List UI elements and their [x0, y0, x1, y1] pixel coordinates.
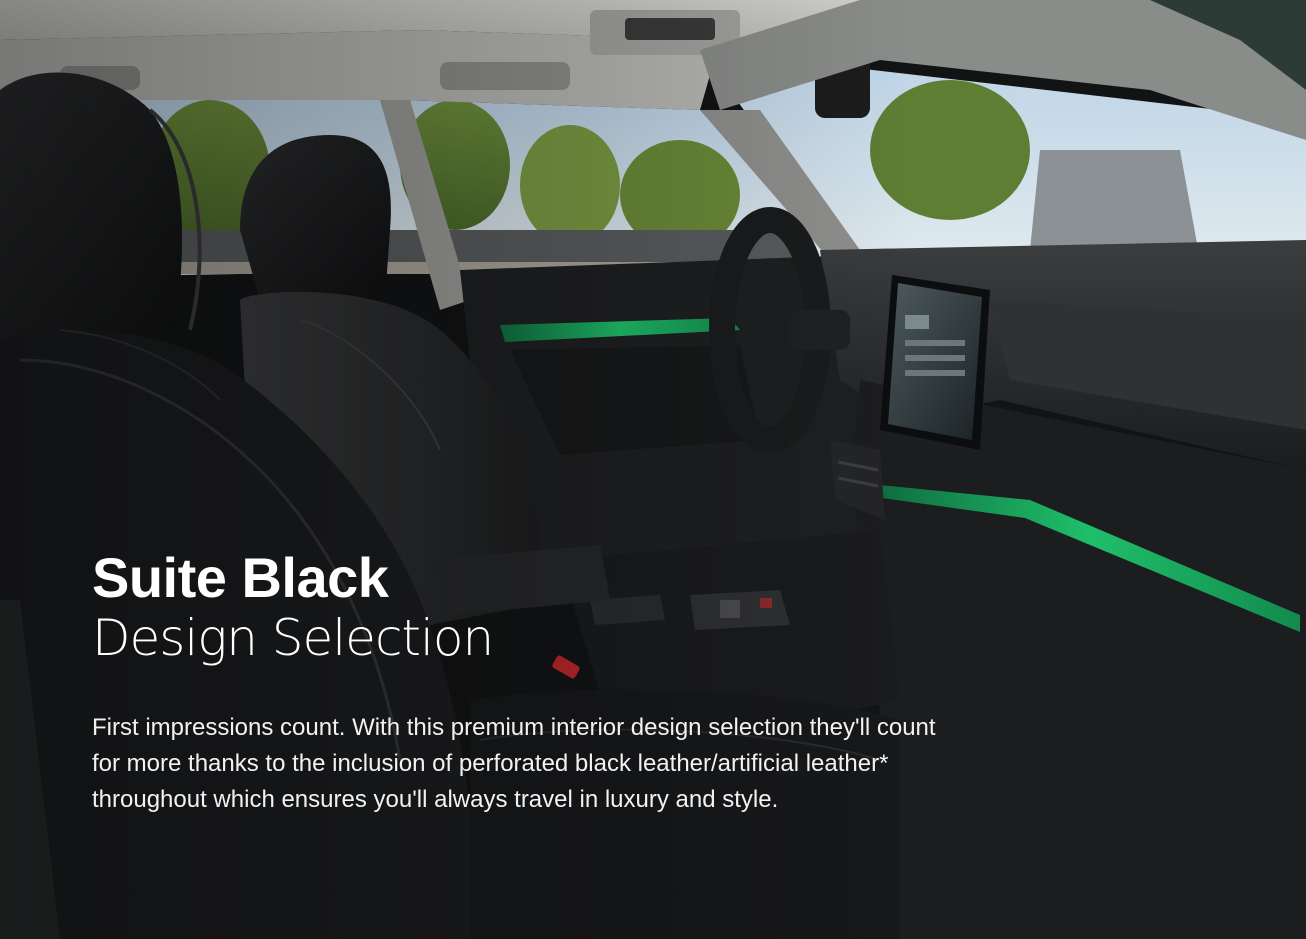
- hero-copy: Suite Black Design Selection First impre…: [92, 548, 952, 818]
- hero-description: First impressions count. With this premi…: [92, 714, 936, 813]
- hero-subtitle: Design Selection: [92, 609, 494, 667]
- hero-section: Suite Black Design Selection First impre…: [0, 0, 1306, 939]
- hero-title: Suite Black: [92, 546, 389, 609]
